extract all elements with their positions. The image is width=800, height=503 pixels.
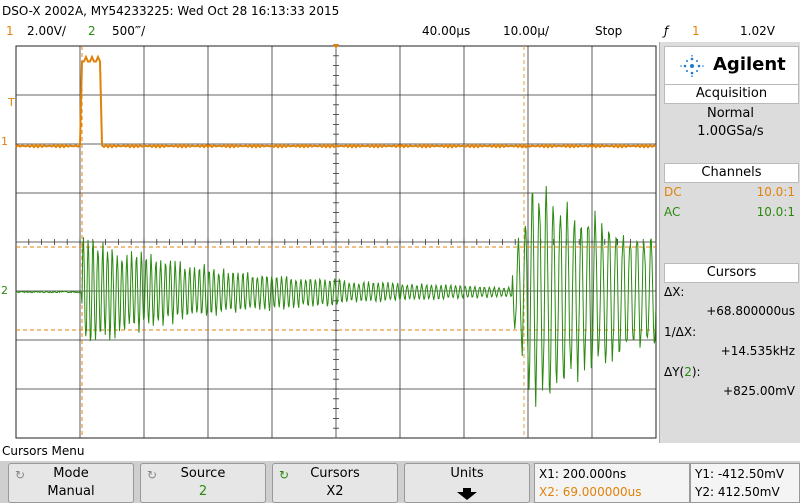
trigger-channel: 1 xyxy=(692,24,700,38)
inv-delta-x-value: +14.535kHz xyxy=(720,344,795,358)
horizontal-delay[interactable]: 40.00µs xyxy=(422,24,470,38)
trigger-level-marker[interactable]: T xyxy=(7,96,15,109)
delta-y-channel: 2 xyxy=(684,365,692,379)
brand-box: Agilent xyxy=(664,46,799,86)
title-bar: DSO-X 2002A, MY54233225: Wed Oct 28 16:1… xyxy=(0,0,800,22)
instrument-title: DSO-X 2002A, MY54233225: Wed Oct 28 16:1… xyxy=(2,4,340,18)
brand-name: Agilent xyxy=(713,54,786,75)
run-state: Stop xyxy=(595,24,623,38)
delta-x-label: ΔX: xyxy=(664,285,685,299)
ch2-ground-marker[interactable]: 2 xyxy=(1,284,8,297)
units-softkey[interactable]: Units xyxy=(404,463,530,503)
ch2-scale[interactable]: 500‴/ xyxy=(112,24,145,38)
trigger-edge-icon: ƒ xyxy=(664,24,669,38)
ch2-probe: 10.0:1 xyxy=(756,205,795,219)
cursor-x-readout: X1: 200.000ns X2: 69.000000us xyxy=(534,463,690,503)
delta-y-value: +825.00mV xyxy=(723,384,795,398)
sample-rate: 1.00GSa/s xyxy=(697,124,764,139)
graticule xyxy=(15,45,657,439)
ch2-number: 2 xyxy=(88,24,96,38)
ch1-coupling: DC xyxy=(664,185,682,199)
trigger-level[interactable]: 1.02V xyxy=(740,24,775,38)
cursors-softkey[interactable]: ↻ Cursors X2 xyxy=(272,463,398,503)
inv-delta-x-label: 1/ΔX: xyxy=(664,325,697,339)
acquisition-header: Acquisition xyxy=(664,84,799,104)
acquisition-mode: Normal xyxy=(706,106,755,121)
waveform-canvas[interactable]: T 1 2 xyxy=(0,42,659,443)
ch2-coupling: AC xyxy=(664,205,681,219)
source-softkey[interactable]: ↻ Source 2 xyxy=(140,463,266,503)
ch1-ground-marker[interactable]: 1 xyxy=(1,135,8,148)
x2-readout: X2: 69.000000us xyxy=(539,485,642,499)
ch1-scale[interactable]: 2.00V/ xyxy=(27,24,66,38)
delta-y-label: ΔY(2): xyxy=(664,365,701,379)
ch1-number: 1 xyxy=(6,24,14,38)
waveform-display[interactable]: T 1 2 xyxy=(0,42,659,443)
menu-title: Cursors Menu xyxy=(2,444,85,458)
delta-x-value: +68.800000us xyxy=(706,304,795,318)
y1-readout: Y1: -412.50mV xyxy=(695,467,785,481)
status-bar: 1 2.00V/ 2 500‴/ 40.00µs 10.00µ/ Stop ƒ … xyxy=(0,22,800,42)
cursors-header: Cursors xyxy=(664,263,799,283)
mode-softkey[interactable]: ↻ Mode Manual xyxy=(8,463,134,503)
y2-readout: Y2: 412.50mV xyxy=(695,485,780,499)
cursor-y-readout: Y1: -412.50mV Y2: 412.50mV xyxy=(690,463,800,503)
ch1-probe: 10.0:1 xyxy=(756,185,795,199)
x1-readout: X1: 200.000ns xyxy=(539,467,627,481)
submenu-arrow-icon xyxy=(457,488,477,500)
softkey-bar: ↻ Mode Manual ↻ Source 2 ↻ Cursors X2 Un… xyxy=(0,461,800,503)
agilent-spark-icon xyxy=(680,55,704,77)
channels-header: Channels xyxy=(664,163,799,183)
timebase-scale[interactable]: 10.00µ/ xyxy=(503,24,549,38)
side-panel: Agilent Acquisition Normal 1.00GSa/s Cha… xyxy=(659,42,800,443)
